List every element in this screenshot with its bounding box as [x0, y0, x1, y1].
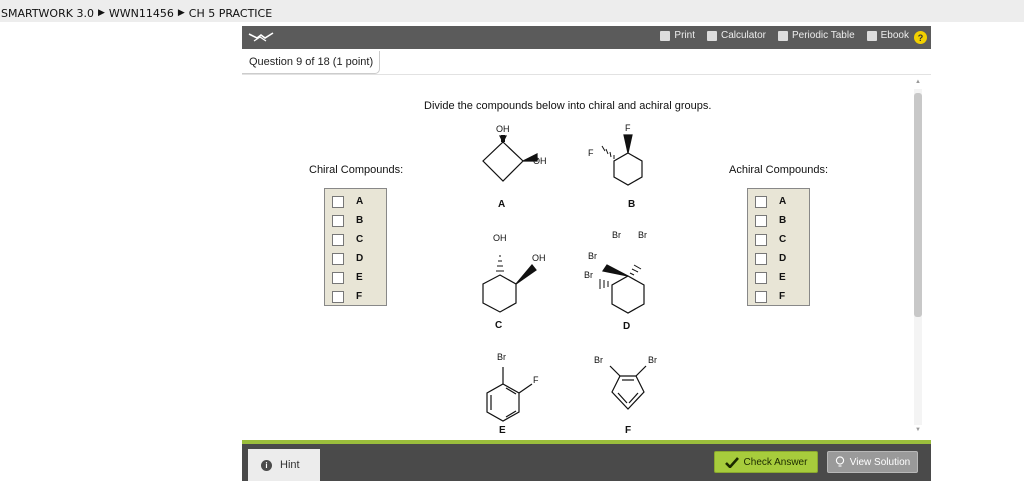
scroll-thumb[interactable] [914, 93, 922, 317]
calculator-button[interactable]: Calculator [706, 30, 766, 41]
atom-label: F [588, 148, 594, 158]
molecule-e-label: E [499, 425, 506, 436]
molecule-d-label: D [623, 321, 631, 332]
scroll-up-arrow-icon[interactable]: ▲ [914, 79, 922, 87]
molecule-d [599, 264, 645, 314]
atom-label: OH [496, 124, 510, 134]
calculator-label: Calculator [720, 30, 766, 41]
molecule-f-label: F [625, 425, 632, 436]
footer-bar: i Hint Check Answer View Solution [242, 444, 931, 481]
top-toolbar: Print Calculator Periodic Table Ebook ? [242, 26, 931, 49]
molecule-b-label: B [628, 199, 636, 210]
scroll-down-arrow-icon[interactable]: ▼ [914, 427, 922, 435]
calculator-icon [706, 30, 717, 41]
question-content: Divide the compounds below into chiral a… [242, 74, 931, 440]
atom-label: Br [584, 270, 593, 280]
atom-label: Br [594, 355, 603, 365]
help-icon[interactable]: ? [914, 31, 927, 44]
molecule-c-label: C [495, 320, 503, 331]
molecule-f [609, 365, 647, 410]
vertical-scrollbar[interactable]: ▲ ▼ [914, 79, 922, 435]
atom-label: OH [493, 233, 507, 243]
molecule-e [486, 367, 533, 422]
hint-label: Hint [280, 459, 300, 471]
hint-button[interactable]: i Hint [248, 449, 320, 481]
breadcrumb-item-assignment[interactable]: CH 5 PRACTICE [189, 7, 272, 20]
question-frame: Print Calculator Periodic Table Ebook ? … [242, 26, 931, 481]
periodic-table-label: Periodic Table [792, 30, 855, 41]
breadcrumb-item-class[interactable]: WWN11456 [109, 7, 174, 20]
print-label: Print [674, 30, 695, 41]
view-solution-label: View Solution [849, 456, 911, 468]
periodic-table-button[interactable]: Periodic Table [778, 30, 855, 41]
atom-label: Br [612, 230, 621, 240]
molecule-structures [482, 134, 647, 422]
view-solution-button[interactable]: View Solution [827, 451, 918, 473]
ebook-button[interactable]: Ebook [866, 30, 909, 41]
info-icon: i [261, 459, 272, 471]
check-answer-label: Check Answer [743, 456, 808, 468]
triangle-right-icon: ▶ [97, 8, 105, 18]
check-answer-button[interactable]: Check Answer [714, 451, 818, 473]
molecule-a [482, 135, 538, 182]
triangle-right-icon: ▶ [177, 8, 185, 18]
checkmark-icon [724, 456, 739, 468]
periodic-table-icon [778, 30, 788, 41]
atom-label: Br [497, 352, 506, 362]
atom-label: Br [588, 251, 597, 261]
molecule-c [482, 255, 537, 313]
printer-icon [660, 30, 671, 41]
breadcrumb-item-course[interactable]: SMARTWORK 3.0 [1, 7, 94, 20]
atom-label: F [533, 375, 539, 385]
atom-label: F [625, 123, 631, 133]
molecule-b [601, 134, 643, 186]
molecule-a-label: A [498, 199, 506, 210]
atom-label: Br [638, 230, 647, 240]
book-icon [866, 30, 877, 41]
lightbulb-icon [835, 456, 844, 467]
atom-label: OH [532, 253, 546, 263]
atom-label: Br [648, 355, 657, 365]
ebook-label: Ebook [880, 30, 909, 41]
atom-label: OH [533, 156, 547, 166]
breadcrumb: SMARTWORK 3.0 ▶ WWN11456 ▶ CH 5 PRACTICE [0, 0, 1024, 22]
print-button[interactable]: Print [660, 30, 695, 41]
question-tab: Question 9 of 18 (1 point) [242, 51, 381, 74]
smartwork-logo-icon [248, 32, 274, 42]
